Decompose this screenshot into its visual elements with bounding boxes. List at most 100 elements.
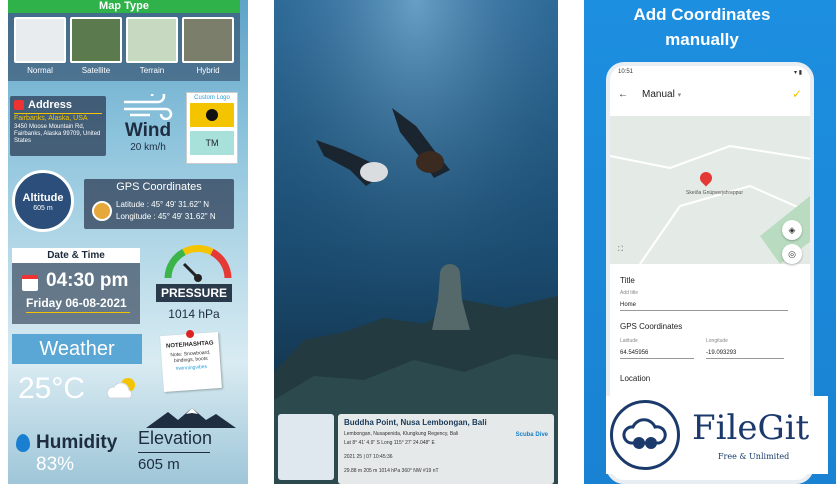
- wind-icon: [124, 94, 173, 120]
- status-bar: 10:51 ▾ ▮: [610, 66, 810, 80]
- temperature-value: 25°C: [18, 372, 86, 405]
- location-pin-icon: [14, 100, 24, 110]
- humidity-stamp: Humidity 83%: [14, 424, 134, 484]
- elevation-value: 605 m: [138, 456, 180, 473]
- promo-title-line2: manually: [665, 30, 739, 49]
- feature-panel-stamps: Map Type Normal Satellite Terrain Hybrid…: [8, 0, 248, 484]
- pressure-gauge-icon: [164, 245, 232, 282]
- map-type-terrain[interactable]: Terrain: [126, 17, 178, 75]
- map-type-normal[interactable]: Normal: [14, 17, 66, 75]
- note-hashtag: #winningvibes: [175, 363, 208, 373]
- wind-stamp: Wind 20 km/h: [110, 94, 186, 153]
- back-arrow-icon[interactable]: ←: [618, 89, 628, 100]
- pin-icon: [185, 329, 195, 339]
- address-title: Address: [28, 99, 73, 111]
- title-input[interactable]: Home: [620, 302, 788, 311]
- altitude-value: 605 m: [33, 205, 53, 212]
- scuba-dive-logo: Scuba Dive: [515, 432, 548, 438]
- gps-section-heading: GPS Coordinates: [620, 322, 683, 331]
- time-value: 04:30 pm: [46, 270, 129, 291]
- elevation-label: Elevation: [138, 428, 213, 448]
- terrain-map-thumbnail: [126, 17, 178, 63]
- wind-value: 20 km/h: [130, 142, 166, 153]
- layers-icon[interactable]: ◈: [782, 220, 802, 240]
- water-drop-icon: [16, 434, 30, 452]
- mode-dropdown-label: Manual: [642, 88, 675, 100]
- custom-logo-stamp: Custom Logo TM: [186, 92, 238, 164]
- mode-dropdown[interactable]: Manual ▾: [642, 89, 681, 100]
- logo-mark-icon: [206, 109, 218, 121]
- address-headline: Fairbanks, Alaska, USA: [14, 113, 102, 122]
- mountain-icon: [146, 408, 236, 428]
- place-address: Lembongan, Nusapenida, Klungkung Regency…: [344, 431, 459, 437]
- latitude-input[interactable]: 64.545956: [620, 350, 694, 359]
- map-type-satellite[interactable]: Satellite: [70, 17, 122, 75]
- latitude-label: Latitude: [620, 338, 638, 344]
- place-metrics: 29.88 m 205 m 1014 hPa 360° NW #19 nT: [344, 468, 439, 474]
- normal-map-thumbnail: [14, 17, 66, 63]
- filegit-logo-icon: [610, 400, 680, 470]
- location-info-card: Buddha Point, Nusa Lembongan, Bali Lembo…: [338, 414, 554, 484]
- logo-sample-tm: TM: [190, 131, 234, 155]
- status-icons: ▾ ▮: [794, 70, 802, 76]
- compass-icon: [92, 201, 112, 221]
- chevron-down-icon: ▾: [677, 91, 682, 99]
- map-type-label: Normal: [27, 66, 53, 75]
- status-time: 10:51: [618, 69, 634, 75]
- place-datetime: 2021 25 | 07 10:45:36: [344, 454, 393, 460]
- fullscreen-icon[interactable]: ⛶: [618, 246, 623, 254]
- pressure-value: 1014 hPa: [168, 307, 220, 321]
- date-value: Friday 06-08-2021: [26, 296, 127, 310]
- altitude-label: Altitude: [22, 192, 64, 204]
- filegit-watermark: FileGit Free & Unlimited: [606, 396, 828, 474]
- promo-title-line1: Add Coordinates: [633, 5, 771, 24]
- promo-title: Add Coordinates manually: [584, 2, 820, 52]
- longitude-label: Longitude: [706, 338, 728, 344]
- map-type-hybrid[interactable]: Hybrid: [182, 17, 234, 75]
- logo-sample-yellow: [190, 103, 234, 127]
- map-type-selector: Normal Satellite Terrain Hybrid: [8, 13, 240, 81]
- filegit-name: FileGit: [692, 408, 810, 448]
- location-section-heading: Location: [620, 374, 651, 383]
- map-type-label: Satellite: [81, 66, 111, 75]
- partly-cloudy-icon: [106, 378, 135, 399]
- hybrid-map-thumbnail: [182, 17, 234, 63]
- pressure-label: PRESSURE: [156, 284, 232, 302]
- gps-latitude: Latitude : 45° 49' 31.62" N: [116, 200, 209, 209]
- map-type-label: Terrain: [139, 66, 165, 75]
- humidity-label: Humidity: [36, 432, 118, 453]
- altitude-stamp: Altitude 605 m: [12, 170, 74, 232]
- add-title-label: Add title: [620, 290, 639, 296]
- note-hashtag-stamp: NOTE/HASHTAG Note: Snowboard, bindings, …: [160, 329, 222, 392]
- map-type-label: Hybrid: [196, 66, 220, 75]
- filegit-tagline: Free & Unlimited: [718, 452, 790, 461]
- cloud-logo-icon: [622, 418, 667, 449]
- place-coordinates: Lat 8° 41' 4.9" S Long 115° 27' 24.048" …: [344, 440, 435, 446]
- gps-coordinates-stamp: GPS Coordinates Latitude : 45° 49' 31.62…: [84, 179, 234, 229]
- note-title: NOTE/HASHTAG: [165, 340, 214, 350]
- underwater-scene-image: [274, 0, 558, 484]
- humidity-value: 83%: [36, 454, 75, 475]
- map-place-label: Skeiða Gnúpverjahreppur: [686, 190, 743, 196]
- my-location-icon[interactable]: ◎: [782, 244, 802, 264]
- address-stamp: Address Fairbanks, Alaska, USA 3450 Moos…: [10, 96, 106, 156]
- map-type-title: Map Type: [8, 0, 240, 13]
- wind-label: Wind: [124, 120, 172, 141]
- gps-title: GPS Coordinates: [116, 181, 202, 193]
- date-underline: [26, 312, 130, 313]
- toolbar: ← Manual ▾ ✓: [610, 80, 810, 108]
- map-view[interactable]: Skeiða Gnúpverjahreppur ◈ ◎ ⛶: [610, 116, 810, 264]
- title-section-heading: Title: [620, 276, 635, 285]
- custom-logo-label: Custom Logo: [194, 95, 230, 101]
- location-minimap: [278, 414, 334, 480]
- calendar-icon: [22, 275, 38, 291]
- place-name: Buddha Point, Nusa Lembongan, Bali: [344, 418, 487, 427]
- check-icon[interactable]: ✓: [792, 87, 802, 101]
- address-detail: 3450 Moose Mountain Rd, Fairbanks, Alask…: [14, 124, 101, 144]
- weather-label: Weather: [12, 334, 142, 364]
- elevation-stamp: Elevation 605 m: [136, 408, 240, 484]
- elevation-rule: [138, 452, 210, 453]
- longitude-input[interactable]: -19.093293: [706, 350, 784, 359]
- gps-longitude: Longitude : 45° 49' 31.62" N: [116, 212, 216, 221]
- date-time-stamp: Date & Time 04:30 pm Friday 06-08-2021: [12, 248, 140, 324]
